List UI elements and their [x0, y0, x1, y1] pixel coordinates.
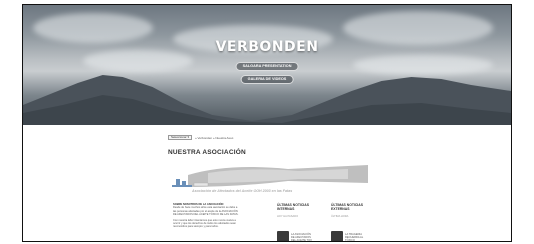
footer-columns: SOBRE NOSOTROS DE LA ASOCIACIÓN Desde de…	[173, 203, 393, 241]
internal-news-subtitle: HOY HA PASADO	[277, 215, 299, 218]
about-paragraph-1: Desde de hace muchos años esta asociació…	[173, 206, 239, 217]
breadcrumb: Seleccionar ▾ » Verbonden » Nuestra Asoc…	[168, 135, 368, 140]
mountain-silhouette	[23, 75, 511, 125]
external-news-link[interactable]: LA TRAGEDIA RECUERDA AL TÓXICO	[345, 233, 369, 241]
external-news-subtitle: ÚLTIMA HORA	[331, 215, 349, 218]
site-title: VERBONDEN	[215, 39, 319, 55]
hero-banner: VERBONDEN SALGARA PRESENTATION GALERIA D…	[23, 5, 511, 125]
about-text: SOBRE NOSOTROS DE LA ASOCIACIÓN Desde de…	[173, 203, 239, 229]
browser-page: VERBONDEN SALGARA PRESENTATION GALERIA D…	[22, 4, 512, 242]
presentation-button[interactable]: SALGARA PRESENTATION	[235, 62, 299, 71]
video-gallery-button[interactable]: GALERIA DE VIDEOS	[240, 75, 294, 84]
section-select[interactable]: Seleccionar ▾	[168, 135, 193, 140]
main-content: Seleccionar ▾ » Verbonden » Nuestra Asoc…	[168, 135, 368, 195]
internal-news-title: ÚLTIMAS NOTICIAS INTERNAS	[277, 203, 309, 211]
about-paragraph-2: Con nuestra labor intentamos que esto nu…	[173, 218, 236, 229]
association-logo: Asociación de Afectados del Aceite OOH 2…	[168, 161, 368, 195]
breadcrumb-trail[interactable]: » Verbonden » Nuestra Asoc.	[195, 136, 234, 140]
external-news-column: ÚLTIMAS NOTICIAS EXTERNAS ÚLTIMA HORA	[331, 203, 377, 218]
internal-news-link[interactable]: LA ASOCIACIÓN DE AFECTADOS DEL ACEITE TO…	[291, 233, 315, 241]
logo-caption: Asociación de Afectados del Aceite OOH 2…	[192, 189, 293, 193]
news-thumbnail[interactable]	[331, 231, 343, 241]
news-thumbnail[interactable]	[277, 231, 289, 241]
external-news-title: ÚLTIMAS NOTICIAS EXTERNAS	[331, 203, 363, 211]
page-title: NUESTRA ASOCIACIÓN	[168, 149, 246, 156]
internal-news-column: ÚLTIMAS NOTICIAS INTERNAS HOY HA PASADO	[277, 203, 323, 218]
